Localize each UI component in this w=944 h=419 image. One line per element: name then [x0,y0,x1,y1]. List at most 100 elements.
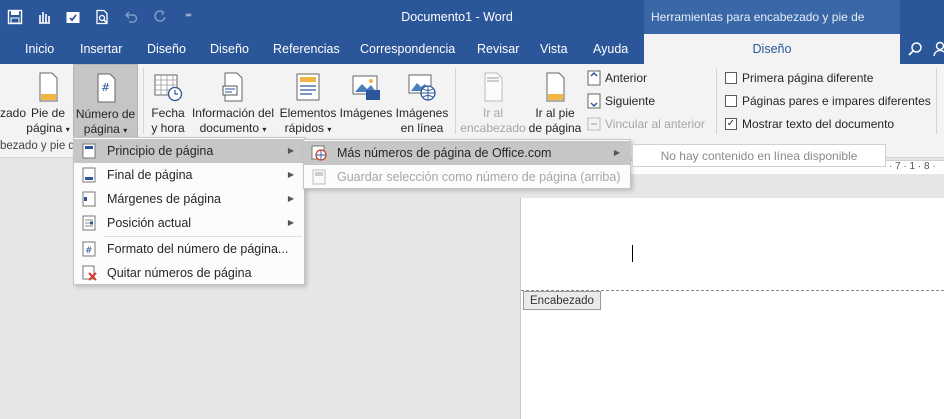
different-first-page-label: Primera página diferente [742,71,874,85]
page-number-icon: # [97,73,115,103]
menu-item-label: Guardar selección como número de página … [337,170,621,184]
submenu-arrow-icon: ▶ [287,146,294,155]
page-number-label-1: Número de [75,107,136,121]
svg-text:#: # [101,81,110,94]
footer-button[interactable]: Pie de página ▾ [26,64,70,138]
tab-insertar[interactable]: Insertar [80,34,122,64]
tab-inicio[interactable]: Inicio [25,34,54,64]
online-pictures-button[interactable]: Imágenes en línea [395,64,449,138]
menu-item-remove-page-numbers[interactable]: Quitar números de página [74,261,304,285]
quick-parts-icon [296,73,320,101]
go-to-footer-button[interactable]: Ir al pie de página [527,64,583,138]
show-document-text-checkbox[interactable]: ✓ Mostrar texto del documento [725,114,894,134]
ribbon-separator [716,68,717,134]
document-info-icon [222,72,243,102]
go-to-header-label-2: encabezado [460,121,526,135]
different-odd-even-label: Páginas pares e impares diferentes [742,94,931,108]
different-odd-even-checkbox[interactable]: Páginas pares e impares diferentes [725,91,931,111]
go-to-footer-label-1: Ir al pie [535,106,575,120]
ribbon-group-label: bezado y pie d [0,140,75,152]
quick-parts-label-2: rápidos [284,121,324,135]
tab-correspondencia[interactable]: Correspondencia [360,34,455,64]
menu-item-more-from-office[interactable]: Más números de página de Office.com ▶ [304,141,630,165]
top-of-page-submenu: Más números de página de Office.com ▶ Gu… [303,139,631,189]
go-to-header-icon [484,72,503,102]
menu-item-label: Márgenes de página [107,192,221,206]
window-title-text: Documento1 - Word [401,10,513,24]
svg-text:#: # [85,246,93,256]
checkbox-box-checked[interactable]: ✓ [725,118,737,130]
office-com-icon [311,145,327,161]
menu-item-format-page-numbers[interactable]: # Formato del número de página... [74,237,304,261]
document-info-label-1: Información del [191,106,275,120]
document-info-button[interactable]: Información del documento ▾ [190,64,276,138]
tab-revisar[interactable]: Revisar [477,34,519,64]
menu-item-label: Final de página [107,168,193,182]
undo-icon[interactable] [116,0,145,34]
format-page-numbers-icon: # [82,241,96,257]
online-picture-icon [408,74,436,101]
title-bar: ⁼ Documento1 - Word Herramientas para en… [0,0,944,58]
menu-item-current-position[interactable]: Posición actual ▶ [74,211,304,235]
quick-access-toolbar: ⁼ [0,0,203,34]
tab-formato[interactable]: Diseño [210,34,249,64]
text-cursor [632,245,633,262]
tab-diseno[interactable]: Diseño [147,34,186,64]
previous-icon [587,70,601,86]
submenu-arrow-icon: ▶ [287,194,294,203]
link-to-previous-label: Vincular al anterior [605,117,705,131]
share-icon[interactable] [930,34,944,64]
page-number-button[interactable]: # Número de página ▾ [73,64,138,138]
tab-vista[interactable]: Vista [540,34,568,64]
menu-item-label: Quitar números de página [107,266,252,280]
calendar-clock-icon [154,74,183,102]
menu-item-save-selection[interactable]: Guardar selección como número de página … [304,165,630,189]
menu-item-bottom-of-page[interactable]: Final de página ▶ [74,163,304,187]
go-to-footer-icon [546,72,565,102]
search-icon[interactable] [904,34,926,64]
menu-item-page-margins[interactable]: Márgenes de página ▶ [74,187,304,211]
next-icon [587,93,601,109]
next-button[interactable]: Siguiente [586,91,655,111]
different-first-page-checkbox[interactable]: Primera página diferente [725,68,873,88]
tab-file-partial[interactable] [0,34,14,64]
quick-parts-button[interactable]: Elementos rápidos ▾ [279,64,337,138]
date-time-button[interactable]: Fecha y hora [148,64,188,138]
pictures-button[interactable]: Imágenes [338,64,394,138]
print-preview-icon[interactable] [87,0,116,34]
menu-item-top-of-page[interactable]: Principio de página ▶ [74,139,304,163]
top-of-page-icon [82,143,96,159]
ribbon-separator [143,68,144,134]
autosave-icon[interactable] [58,0,87,34]
previous-button[interactable]: Anterior [586,68,647,88]
tab-header-footer-design[interactable]: Diseño [644,34,900,64]
tab-referencias[interactable]: Referencias [273,34,340,64]
menu-item-label: Posición actual [107,216,192,230]
pictures-label: Imágenes [339,106,393,120]
save-selection-icon [312,169,326,185]
ruler-marks: · 7 · 1 · 8 · [889,161,936,172]
checkbox-box[interactable] [725,72,737,84]
quick-parts-label-1: Elementos [279,106,337,120]
menu-item-label: Formato del número de página... [107,242,289,256]
previous-label: Anterior [605,71,648,85]
checkbox-box[interactable] [725,95,737,107]
touch-mode-icon[interactable] [29,0,58,34]
document-info-label-2: documento [199,121,259,135]
date-time-label-2: y hora [151,121,185,135]
header-button-partial[interactable]: zado [0,64,26,138]
next-label: Siguiente [605,94,656,108]
menu-item-label: Principio de página [107,144,214,158]
save-icon[interactable] [0,0,29,34]
link-to-previous-button[interactable]: Vincular al anterior [586,114,705,134]
customize-icon[interactable]: ⁼ [174,0,203,34]
link-icon [587,117,601,131]
submenu-arrow-icon: ▶ [613,148,620,157]
no-online-content-notice: No hay contenido en línea disponible [632,144,886,167]
footer-button-label-1: Pie de [30,106,66,120]
tab-ayuda[interactable]: Ayuda [593,34,628,64]
current-position-icon [82,215,96,231]
redo-icon[interactable] [145,0,174,34]
menu-item-label: Más números de página de Office.com [337,146,552,160]
go-to-header-button[interactable]: Ir al encabezado [459,64,527,138]
